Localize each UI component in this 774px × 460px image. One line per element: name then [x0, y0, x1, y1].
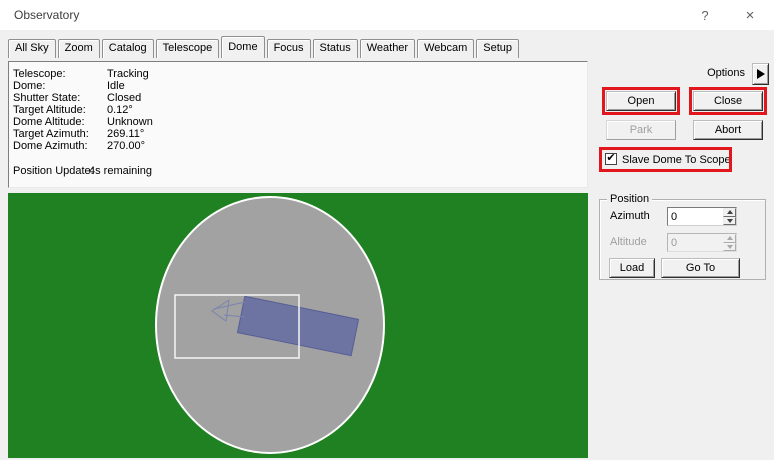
azimuth-input[interactable]	[668, 208, 723, 225]
status-row-telescope: Telescope: Tracking	[13, 68, 587, 80]
tab-zoom[interactable]: Zoom	[58, 39, 100, 58]
status-row-dome: Dome: Idle	[13, 80, 587, 92]
tab-setup[interactable]: Setup	[476, 39, 519, 58]
spin-down-icon	[727, 219, 733, 223]
tab-webcam[interactable]: Webcam	[417, 39, 474, 58]
status-label: Position Update:	[13, 165, 89, 177]
tab-telescope[interactable]: Telescope	[156, 39, 220, 58]
options-menu-button[interactable]	[752, 63, 769, 85]
status-label: Target Altitude:	[13, 104, 107, 116]
tab-strip: All Sky Zoom Catalog Telescope Dome Focu…	[8, 36, 521, 58]
status-value: Tracking	[107, 68, 149, 80]
status-label: Target Azimuth:	[13, 128, 107, 140]
status-row-position-update: Position Update: 4s remaining	[13, 165, 587, 177]
status-value: 270.00°	[107, 140, 145, 152]
azimuth-label: Azimuth	[610, 210, 650, 222]
status-value: Idle	[107, 80, 125, 92]
help-icon: ?	[701, 8, 708, 23]
tab-focus[interactable]: Focus	[267, 39, 311, 58]
status-row-target-altitude: Target Altitude: 0.12°	[13, 104, 587, 116]
status-label: Dome Altitude:	[13, 116, 107, 128]
altitude-spin-up-button	[723, 234, 736, 243]
altitude-spinner	[667, 233, 737, 252]
position-group: Position Azimuth Altitude	[599, 199, 766, 280]
slave-dome-checkbox[interactable]: ✔	[605, 153, 617, 165]
status-row-dome-altitude: Dome Altitude: Unknown	[13, 116, 587, 128]
checkmark-icon: ✔	[606, 153, 615, 164]
status-value: 4s remaining	[89, 165, 152, 177]
slave-dome-label[interactable]: Slave Dome To Scope	[622, 154, 731, 166]
dome-view-canvas	[8, 193, 588, 458]
close-icon: ×	[746, 7, 755, 24]
triangle-right-icon	[757, 69, 765, 79]
tab-weather[interactable]: Weather	[360, 39, 415, 58]
options-label: Options	[675, 67, 745, 79]
help-button[interactable]: ?	[692, 4, 718, 26]
tab-all-sky[interactable]: All Sky	[8, 39, 56, 58]
tab-catalog[interactable]: Catalog	[102, 39, 154, 58]
position-group-title: Position	[607, 193, 652, 205]
open-shutter-button[interactable]: Open	[606, 91, 676, 111]
spin-up-icon	[727, 210, 733, 214]
status-value: Closed	[107, 92, 141, 104]
altitude-spin-down-button	[723, 243, 736, 252]
status-label: Dome:	[13, 80, 107, 92]
status-row-dome-azimuth: Dome Azimuth: 270.00°	[13, 140, 587, 152]
status-panel: Telescope: Tracking Dome: Idle Shutter S…	[8, 61, 588, 188]
observatory-dialog: Observatory ? × All Sky Zoom Catalog Tel…	[0, 0, 774, 460]
window-title: Observatory	[14, 8, 79, 22]
tab-dome[interactable]: Dome	[221, 36, 264, 58]
altitude-input	[668, 234, 723, 251]
status-label: Dome Azimuth:	[13, 140, 107, 152]
status-value: 0.12°	[107, 104, 133, 116]
altitude-label: Altitude	[610, 236, 647, 248]
load-button[interactable]: Load	[609, 258, 655, 278]
status-value: 269.11°	[107, 128, 144, 140]
status-row-target-azimuth: Target Azimuth: 269.11°	[13, 128, 587, 140]
tab-status[interactable]: Status	[313, 39, 358, 58]
spin-down-icon	[727, 245, 733, 249]
status-row-shutter-state: Shutter State: Closed	[13, 92, 587, 104]
spin-up-icon	[727, 236, 733, 240]
close-shutter-button[interactable]: Close	[693, 91, 763, 111]
azimuth-spinner	[667, 207, 737, 226]
abort-button[interactable]: Abort	[693, 120, 763, 140]
status-label: Shutter State:	[13, 92, 107, 104]
status-value: Unknown	[107, 116, 153, 128]
park-button: Park	[606, 120, 676, 140]
status-label: Telescope:	[13, 68, 107, 80]
window-close-button[interactable]: ×	[737, 4, 763, 26]
titlebar: Observatory ? ×	[0, 0, 774, 30]
azimuth-spin-down-button[interactable]	[723, 217, 736, 226]
azimuth-spin-up-button[interactable]	[723, 208, 736, 217]
goto-button[interactable]: Go To	[661, 258, 740, 278]
